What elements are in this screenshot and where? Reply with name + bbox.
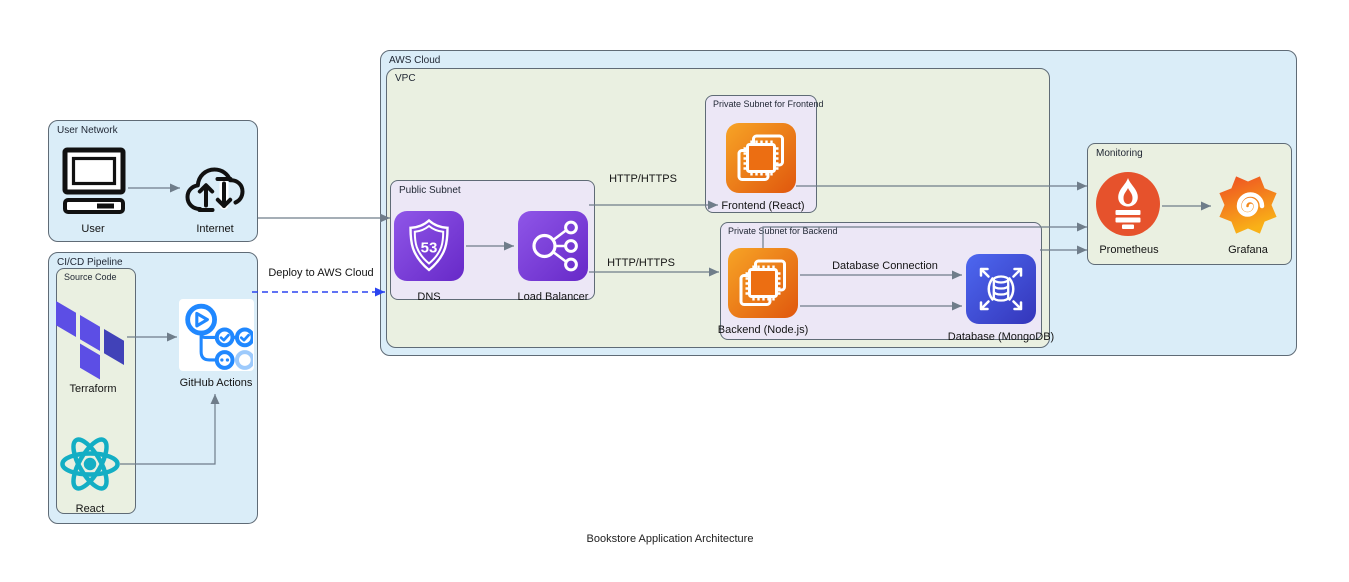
database-mongodb-icon [966,254,1036,324]
dns-label: DNS [417,291,441,303]
load-balancer-icon [518,211,588,281]
grafana-icon [1215,173,1281,237]
group-source-code-label: Source Code [64,272,117,282]
backend-compute-icon [728,248,798,318]
database-connection-edge-label: Database Connection [832,260,938,272]
diagram-canvas: AWS Cloud VPC Public Subnet Private Subn… [0,0,1349,582]
github-actions-label: GitHub Actions [179,377,253,389]
deploy-edge-label: Deploy to AWS Cloud [268,267,374,279]
database-label: Database (MongoDB) [947,331,1055,343]
diagram-title: Bookstore Application Architecture [586,533,754,545]
user-computer-icon [62,147,126,217]
react-icon [58,431,122,497]
react-label: React [75,503,105,515]
group-public-subnet-label: Public Subnet [399,185,461,196]
user-label: User [81,223,105,235]
prometheus-label: Prometheus [1099,244,1159,256]
group-backend-subnet-label: Private Subnet for Backend [728,226,838,236]
dns-route53-icon: 53 [394,211,464,281]
terraform-label: Terraform [69,383,117,395]
frontend-label: Frontend (React) [721,200,805,212]
http-frontend-edge-label: HTTP/HTTPS [609,173,677,185]
group-monitoring-label: Monitoring [1096,148,1143,159]
route53-number: 53 [421,240,438,257]
group-vpc-label: VPC [395,73,416,84]
internet-label: Internet [196,223,234,235]
terraform-icon [55,297,125,381]
group-user-network-label: User Network [57,125,118,136]
group-aws-cloud-label: AWS Cloud [389,55,441,66]
load-balancer-label: Load Balancer [517,291,589,303]
internet-cloud-icon [183,160,247,218]
group-cicd-pipeline-label: CI/CD Pipeline [57,257,123,268]
grafana-label: Grafana [1228,244,1268,256]
group-frontend-subnet-label: Private Subnet for Frontend [713,99,824,109]
backend-label: Backend (Node.js) [717,324,809,336]
prometheus-icon [1096,172,1160,236]
frontend-compute-icon [726,123,796,193]
github-actions-icon [180,300,253,370]
http-backend-edge-label: HTTP/HTTPS [607,257,675,269]
